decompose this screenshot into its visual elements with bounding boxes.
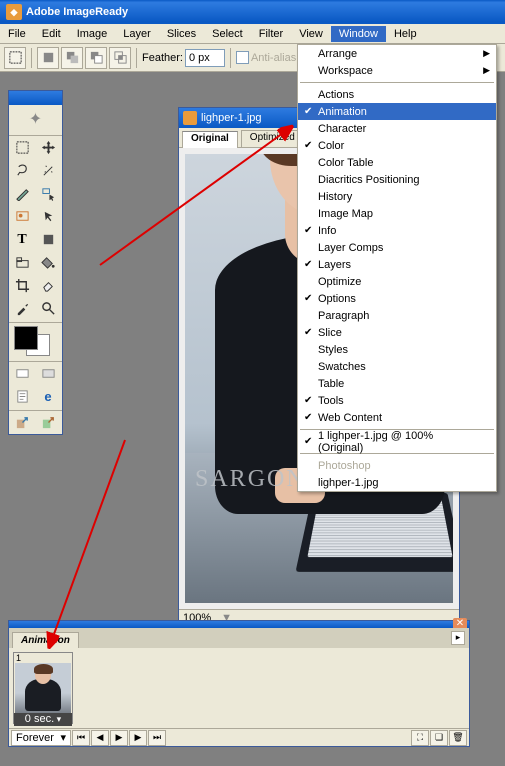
app-icon: ◆ bbox=[6, 4, 22, 20]
paint-bucket-tool[interactable] bbox=[35, 251, 61, 274]
loop-selector[interactable]: Forever▾ bbox=[11, 730, 71, 746]
animation-controls: Forever▾ ⏮ ◀ ▶ ▶ ⏭ ⛶ ❏ 🗑 bbox=[9, 728, 469, 746]
menu-item-animation[interactable]: ✔Animation bbox=[298, 103, 496, 120]
antialias-label: Anti-alias bbox=[251, 52, 296, 64]
frame-number: 1 bbox=[14, 653, 72, 663]
rollover-over-icon[interactable] bbox=[35, 362, 61, 385]
sel-add-icon[interactable] bbox=[61, 47, 83, 69]
first-frame-button[interactable]: ⏮ bbox=[72, 730, 90, 746]
slice-tool[interactable] bbox=[9, 182, 35, 205]
imageready-logo-icon: ✦ bbox=[29, 109, 42, 129]
lasso-tool[interactable] bbox=[9, 159, 35, 182]
toolbox-titlebar[interactable] bbox=[9, 91, 62, 105]
menu-item-web-content[interactable]: ✔Web Content bbox=[298, 409, 496, 426]
menu-image[interactable]: Image bbox=[69, 26, 116, 42]
eraser-tool[interactable] bbox=[35, 274, 61, 297]
menu-file[interactable]: File bbox=[0, 26, 34, 42]
last-frame-button[interactable]: ⏭ bbox=[148, 730, 166, 746]
menu-view[interactable]: View bbox=[291, 26, 331, 42]
sel-int-icon[interactable] bbox=[109, 47, 131, 69]
menu-item-layer-comps[interactable]: Layer Comps bbox=[298, 239, 496, 256]
animation-panel: ✕ Animation ▸ 1 0 sec. ▾ Forever▾ ⏮ ◀ ▶ … bbox=[8, 620, 470, 747]
menu-separator bbox=[300, 82, 494, 83]
sel-sub-icon[interactable] bbox=[85, 47, 107, 69]
tab-rect-tool[interactable] bbox=[9, 251, 35, 274]
jump-other-icon[interactable] bbox=[35, 411, 61, 434]
tab-optimized[interactable]: Optimized bbox=[241, 130, 304, 147]
document-title: lighper-1.jpg bbox=[201, 112, 262, 124]
feather-label: Feather: bbox=[142, 52, 183, 64]
move-tool[interactable] bbox=[35, 136, 61, 159]
menu-window[interactable]: Window bbox=[331, 26, 386, 42]
menu-item-swatches[interactable]: Swatches bbox=[298, 358, 496, 375]
delete-frame-button[interactable]: 🗑 bbox=[449, 730, 467, 746]
menu-item-optimize[interactable]: Optimize bbox=[298, 273, 496, 290]
menu-item-image-map[interactable]: Image Map bbox=[298, 205, 496, 222]
menu-help[interactable]: Help bbox=[386, 26, 425, 42]
animation-frames: 1 0 sec. ▾ bbox=[9, 648, 469, 728]
titlebar: ◆ Adobe ImageReady bbox=[0, 0, 505, 24]
image-map-tool[interactable] bbox=[9, 205, 35, 228]
toolbox: ✦ T bbox=[8, 90, 63, 435]
marquee-tool-icon[interactable] bbox=[4, 47, 26, 69]
tween-button[interactable]: ⛶ bbox=[411, 730, 429, 746]
preview-doc-icon[interactable] bbox=[9, 385, 35, 408]
menu-item-character[interactable]: Character bbox=[298, 120, 496, 137]
app-title: Adobe ImageReady bbox=[26, 6, 128, 18]
window-menu-dropdown: Arrange▶Workspace▶ Actions✔AnimationChara… bbox=[297, 44, 497, 492]
menu-item-arrange[interactable]: Arrange▶ bbox=[298, 45, 496, 62]
menu-item-styles[interactable]: Styles bbox=[298, 341, 496, 358]
menu-item-diacritics-positioning[interactable]: Diacritics Positioning bbox=[298, 171, 496, 188]
animation-titlebar[interactable]: ✕ bbox=[9, 621, 469, 628]
play-button[interactable]: ▶ bbox=[110, 730, 128, 746]
menu-item-lighper-1-jpg[interactable]: lighper-1.jpg bbox=[298, 474, 496, 491]
menu-item-actions[interactable]: Actions bbox=[298, 86, 496, 103]
document-icon bbox=[183, 111, 197, 125]
menu-edit[interactable]: Edit bbox=[34, 26, 69, 42]
menu-item-history[interactable]: History bbox=[298, 188, 496, 205]
image-map-select-tool[interactable] bbox=[35, 205, 61, 228]
menu-item-color-table[interactable]: Color Table bbox=[298, 154, 496, 171]
tab-original[interactable]: Original bbox=[182, 131, 238, 148]
menu-item-paragraph[interactable]: Paragraph bbox=[298, 307, 496, 324]
frame-delay[interactable]: 0 sec. ▾ bbox=[14, 713, 72, 726]
menu-slices[interactable]: Slices bbox=[159, 26, 204, 42]
color-swatches[interactable] bbox=[9, 323, 62, 359]
menu-select[interactable]: Select bbox=[204, 26, 251, 42]
crop-tool[interactable] bbox=[9, 274, 35, 297]
marquee-tool[interactable] bbox=[9, 136, 35, 159]
frame-thumbnail bbox=[15, 663, 71, 713]
menu-item-workspace[interactable]: Workspace▶ bbox=[298, 62, 496, 79]
menu-item-layers[interactable]: ✔Layers bbox=[298, 256, 496, 273]
menu-item-color[interactable]: ✔Color bbox=[298, 137, 496, 154]
new-frame-button[interactable]: ❏ bbox=[430, 730, 448, 746]
menubar: File Edit Image Layer Slices Select Filt… bbox=[0, 24, 505, 44]
menu-item-1-lighper-1-jpg-100-original-[interactable]: ✔1 lighper-1.jpg @ 100% (Original) bbox=[298, 433, 496, 450]
slice-select-tool[interactable] bbox=[35, 182, 61, 205]
menu-item-tools[interactable]: ✔Tools bbox=[298, 392, 496, 409]
menu-item-info[interactable]: ✔Info bbox=[298, 222, 496, 239]
antialias-checkbox[interactable] bbox=[236, 51, 249, 64]
menu-item-slice[interactable]: ✔Slice bbox=[298, 324, 496, 341]
sel-new-icon[interactable] bbox=[37, 47, 59, 69]
menu-filter[interactable]: Filter bbox=[251, 26, 291, 42]
eyedropper-tool[interactable] bbox=[9, 297, 35, 320]
menu-item-photoshop: Photoshop bbox=[298, 457, 496, 474]
prev-frame-button[interactable]: ◀ bbox=[91, 730, 109, 746]
zoom-tool[interactable] bbox=[35, 297, 61, 320]
preview-browser-icon[interactable]: e bbox=[35, 385, 61, 408]
rollover-normal-icon[interactable] bbox=[9, 362, 35, 385]
jump-photoshop-icon[interactable] bbox=[9, 411, 35, 434]
feather-input[interactable] bbox=[185, 49, 225, 67]
panel-menu-icon[interactable]: ▸ bbox=[451, 631, 465, 645]
menu-layer[interactable]: Layer bbox=[115, 26, 159, 42]
type-tool[interactable]: T bbox=[9, 228, 35, 251]
shape-tool[interactable] bbox=[35, 228, 61, 251]
wand-tool[interactable] bbox=[35, 159, 61, 182]
menu-item-options[interactable]: ✔Options bbox=[298, 290, 496, 307]
menu-item-table[interactable]: Table bbox=[298, 375, 496, 392]
animation-tab[interactable]: Animation bbox=[12, 632, 79, 648]
next-frame-button[interactable]: ▶ bbox=[129, 730, 147, 746]
animation-frame[interactable]: 1 0 sec. ▾ bbox=[13, 652, 73, 724]
